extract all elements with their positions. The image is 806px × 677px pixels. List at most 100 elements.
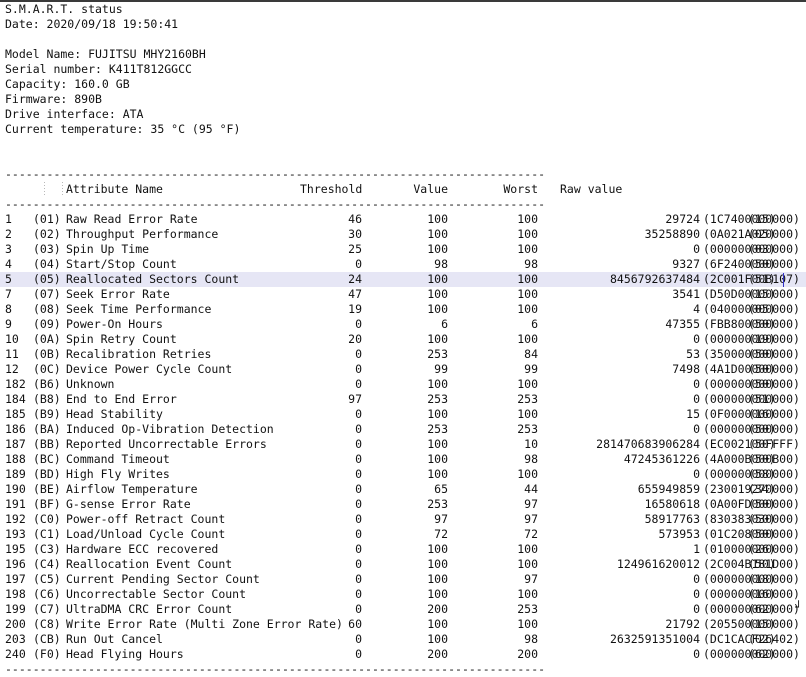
cell-row-number: 184	[5, 392, 26, 406]
table-row[interactable]: 8 (08) Seek Time Performance 19 100 100 4 (0400…	[0, 302, 806, 317]
column-header-worst[interactable]: Worst	[490, 182, 538, 197]
cell-flags: (26)	[748, 542, 776, 556]
table-row[interactable]: 182 (B6) Unknown 0 100 100 0 (000000000000) (50)	[0, 377, 806, 392]
cell-raw-value: 0	[693, 647, 700, 661]
cell-threshold: 60	[348, 617, 362, 631]
table-row[interactable]: 195 (C3) Hardware ECC recovered 0 100 100 1 (01…	[0, 542, 806, 557]
table-row[interactable]: 4 (04) Start/Stop Count 0 98 98 9327 (6F2400000…	[0, 257, 806, 272]
table-row[interactable]: 190 (BE) Airflow Temperature 0 65 44 655949859…	[0, 482, 806, 497]
table-row[interactable]: 1 (01) Raw Read Error Rate 46 100 100 29724 (1C…	[0, 212, 806, 227]
table-row[interactable]: 7 (07) Seek Error Rate 47 100 100 3541 (D50D000…	[0, 287, 806, 302]
cell-flags: (50)	[748, 497, 776, 511]
cell-attribute-name: Reported Uncorrectable Errors	[66, 437, 267, 451]
table-row[interactable]: 191 (BF) G-sense Error Rate 0 253 97 16580618(…	[0, 497, 806, 512]
text-caret	[783, 273, 784, 287]
cell-value: 100	[427, 287, 448, 301]
table-row[interactable]: 10 (0A) Spin Retry Count 20 100 100 0 (00000000…	[0, 332, 806, 347]
table-row[interactable]: 240 (F0) Head Flying Hours 0 200 200 0 (0000000…	[0, 647, 806, 662]
cell-threshold: 0	[355, 377, 362, 391]
table-row[interactable]: 3 (03) Spin Up Time 25 100 100 0 (000000000000)…	[0, 242, 806, 257]
cell-threshold: 19	[348, 302, 362, 316]
cell-attribute-id: (0C)	[33, 362, 61, 376]
cell-threshold: 0	[355, 542, 362, 556]
cell-raw-value: 4	[693, 302, 700, 316]
cell-raw-value: 573953	[658, 527, 700, 541]
cell-attribute-name: Uncorrectable Sector Count	[66, 587, 247, 601]
cell-value: 100	[427, 302, 448, 316]
cell-value: 100	[427, 617, 448, 631]
cell-threshold: 0	[355, 362, 362, 376]
cell-value: 100	[427, 632, 448, 646]
cell-attribute-id: (C5)	[33, 572, 61, 586]
cell-attribute-id: (04)	[33, 257, 61, 271]
table-row[interactable]: 187 (BB) Reported Uncorrectable Errors 0 100…	[0, 437, 806, 452]
cell-flags: (50)	[748, 422, 776, 436]
cell-attribute-name: G-sense Error Rate	[66, 497, 191, 511]
cell-row-number: 187	[5, 437, 26, 451]
cell-attribute-name: Load/Unload Cycle Count	[66, 527, 226, 541]
column-header-threshold[interactable]: Threshold	[300, 182, 362, 197]
table-row[interactable]: 189 (BD) High Fly Writes 0 100 100 0 (000000000…	[0, 467, 806, 482]
cell-threshold: 47	[348, 287, 362, 301]
table-row[interactable]: 9 (09) Power-On Hours 0 6 6 47355 (FBB800000000…	[0, 317, 806, 332]
cell-raw-value: 0	[693, 332, 700, 346]
table-row[interactable]: 193 (C1) Load/Unload Cycle Count 0 72 72 57395…	[0, 527, 806, 542]
column-header-raw-value[interactable]: Raw value	[560, 182, 680, 197]
cell-flags: (05)	[748, 227, 776, 241]
cell-raw-value: 15	[686, 407, 700, 421]
cell-raw-value: 0	[693, 377, 700, 391]
cell-value: 100	[427, 587, 448, 601]
cell-attribute-id: (BD)	[33, 467, 61, 481]
cell-row-number: 188	[5, 452, 26, 466]
table-row[interactable]: 2 (02) Throughput Performance 30 100 100 35258…	[0, 227, 806, 242]
cell-row-number: 4	[5, 257, 12, 271]
cell-flags: (18)	[748, 572, 776, 586]
cell-attribute-id: (C3)	[33, 542, 61, 556]
column-divider-icon	[62, 182, 63, 197]
cell-attribute-name: Run Out Cancel	[66, 632, 163, 646]
cell-raw-value: 0	[693, 572, 700, 586]
cell-threshold: 46	[348, 212, 362, 226]
column-header-value[interactable]: Value	[400, 182, 448, 197]
cell-raw-value: 9327	[672, 257, 700, 271]
table-row[interactable]: 12 (0C) Device Power Cycle Count 0 99 99 7498(…	[0, 362, 806, 377]
table-row[interactable]: 11 (0B) Recalibration Retries 0 253 84 53 (3500…	[0, 347, 806, 362]
column-header-attribute-name[interactable]: Attribute Name	[66, 182, 163, 197]
cell-flags: (05)	[748, 302, 776, 316]
table-row[interactable]: 192 (C0) Power-off Retract Count 0 97 97 58917…	[0, 512, 806, 527]
drive-current-temperature: Current temperature: 35 °C (95 °F)	[5, 122, 241, 136]
table-row[interactable]: 184 (B8) End to End Error 97 253 253 0 (0000000…	[0, 392, 806, 407]
table-row[interactable]: 203 (CB) Run Out Cancel 0 100 98 2632591351004…	[0, 632, 806, 647]
cell-flags: (62)	[748, 647, 776, 661]
cell-threshold: 0	[355, 257, 362, 271]
cell-row-number: 192	[5, 512, 26, 526]
cell-attribute-id: (C8)	[33, 617, 61, 631]
cell-raw-value: 0	[693, 392, 700, 406]
cell-row-number: 240	[5, 647, 26, 661]
cell-threshold: 0	[355, 557, 362, 571]
table-row[interactable]: 200 (C8) Write Error Rate (Multi Zone Erro…	[0, 617, 806, 632]
table-row[interactable]: 5 (05) Reallocated Sectors Count 24 100 100 84…	[0, 272, 806, 287]
cell-attribute-id: (0A)	[33, 332, 61, 346]
table-row[interactable]: 185 (B9) Head Stability 0 100 100 15 (0F0000000…	[0, 407, 806, 422]
cell-attribute-id: (C4)	[33, 557, 61, 571]
cell-raw-value: 47355	[665, 317, 700, 331]
cell-value: 253	[427, 347, 448, 361]
cell-attribute-id: (0B)	[33, 347, 61, 361]
cell-attribute-name: End to End Error	[66, 392, 177, 406]
cell-value: 100	[427, 452, 448, 466]
window-corner-mark: ┘	[795, 600, 802, 614]
cell-value: 65	[434, 482, 448, 496]
table-row[interactable]: 197 (C5) Current Pending Sector Count 0 100 9…	[0, 572, 806, 587]
cell-row-number: 12	[5, 362, 19, 376]
cell-row-number: 8	[5, 302, 12, 316]
cell-attribute-name: Device Power Cycle Count	[66, 362, 233, 376]
table-row[interactable]: 196 (C4) Reallocation Event Count 0 100 100 12…	[0, 557, 806, 572]
table-row[interactable]: 188 (BC) Command Timeout 0 100 98 47245361226(…	[0, 452, 806, 467]
cell-flags: (50)	[748, 257, 776, 271]
table-row[interactable]: 198 (C6) Uncorrectable Sector Count 0 100 100…	[0, 587, 806, 602]
table-row[interactable]: 186 (BA) Induced Op-Vibration Detection 0 25…	[0, 422, 806, 437]
cell-value: 253	[427, 497, 448, 511]
cell-row-number: 186	[5, 422, 26, 436]
cell-attribute-id: (B8)	[33, 392, 61, 406]
